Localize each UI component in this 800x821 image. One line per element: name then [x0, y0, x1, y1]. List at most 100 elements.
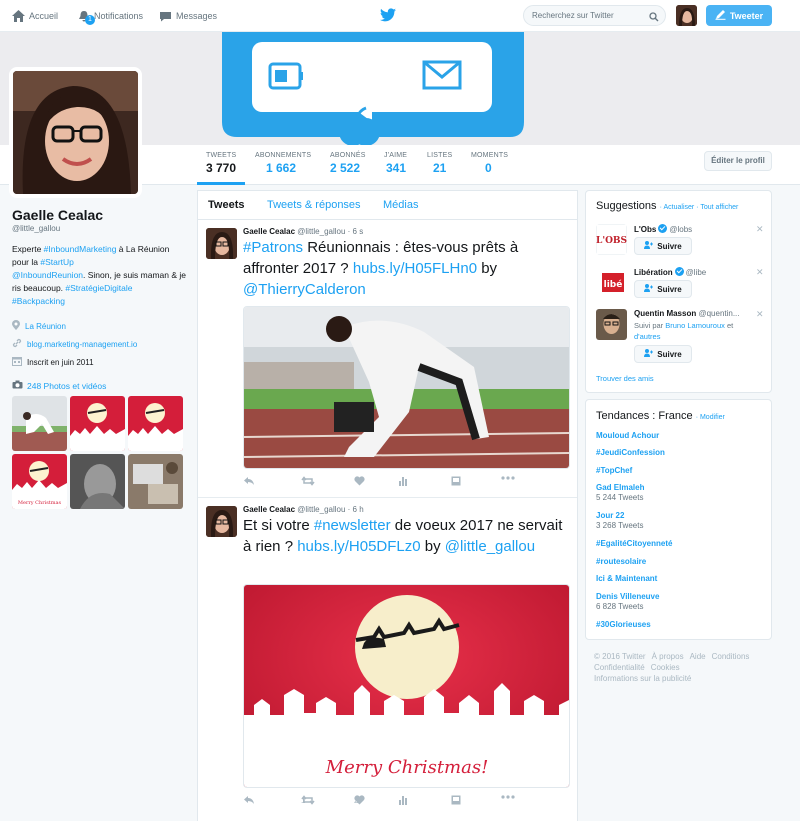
suggestion-name[interactable]: Quentin Masson @quentin...: [634, 309, 740, 318]
tweet-author-handle[interactable]: @little_gallou: [297, 227, 345, 236]
nav-home[interactable]: Accueil: [12, 0, 58, 32]
stat-likes[interactable]: J'AIME 341: [384, 152, 407, 175]
bio-hashtag-backpacking[interactable]: #Backpacking: [12, 296, 65, 306]
profile-handle[interactable]: @little_gallou: [12, 224, 187, 233]
retweet-icon[interactable]: [301, 476, 315, 486]
trend-item[interactable]: #JeudiConfession: [596, 448, 665, 457]
nav-messages[interactable]: Messages: [159, 0, 217, 32]
refresh-link[interactable]: Actualiser: [664, 204, 695, 211]
bio-hashtag-inbound[interactable]: #InboundMarketing: [44, 244, 117, 254]
footer-ads-link[interactable]: Informations sur la publicité: [594, 674, 691, 683]
nav-notifications[interactable]: 1 Notifications: [78, 0, 143, 32]
trend-item[interactable]: Mouloud Achour: [596, 431, 659, 440]
more-icon[interactable]: [501, 476, 515, 480]
follow-button[interactable]: Suivre: [634, 237, 692, 255]
profile-name[interactable]: Gaelle Cealac: [12, 207, 187, 223]
tweet-avatar[interactable]: [206, 228, 237, 259]
stat-lists[interactable]: LISTES 21: [427, 152, 452, 175]
retweet-button[interactable]: 1: [301, 795, 315, 805]
trend-item[interactable]: #routesolaire: [596, 557, 646, 566]
suggestion-avatar[interactable]: L'OBS: [596, 224, 627, 255]
photo-thumbnail-portrait[interactable]: [70, 454, 125, 509]
trend-item[interactable]: #30Glorieuses: [596, 620, 651, 629]
like-icon[interactable]: [354, 476, 365, 486]
tweet-item[interactable]: Gaelle Cealac @little_gallou · 6 h Et si…: [198, 498, 577, 821]
user-avatar[interactable]: [676, 5, 697, 26]
stat-tweets[interactable]: TWEETS 3 770: [206, 152, 236, 175]
follow-button[interactable]: Suivre: [634, 280, 692, 298]
trend-item[interactable]: Jour 22 3 268 Tweets: [596, 511, 643, 530]
analytics-icon[interactable]: [398, 476, 408, 486]
photos-link[interactable]: 248 Photos et vidéos: [12, 380, 187, 391]
tweet-button[interactable]: Tweeter: [706, 5, 772, 26]
photo-thumbnail-desk[interactable]: [128, 454, 183, 509]
bio-hashtag-startup[interactable]: #StartUp: [40, 257, 74, 267]
photo-thumbnail-christmas[interactable]: [70, 396, 125, 451]
find-friends-link[interactable]: Trouver des amis: [596, 374, 654, 383]
suggestion-avatar[interactable]: libé: [596, 267, 627, 298]
bio-hashtag-strategie[interactable]: #StratégieDigitale: [65, 283, 132, 293]
tweet-hashtag[interactable]: #Patrons: [243, 239, 303, 256]
footer-help-link[interactable]: Aide: [690, 652, 706, 661]
footer-cookies-link[interactable]: Cookies: [651, 663, 680, 672]
photo-thumbnail-runner[interactable]: [12, 396, 67, 451]
tweet-time[interactable]: · 6 h: [348, 505, 364, 514]
tweet-author-name[interactable]: Gaelle Cealac: [243, 227, 295, 236]
followed-by-others-link[interactable]: d'autres: [634, 332, 660, 341]
tweet-avatar[interactable]: [206, 506, 237, 537]
trend-item[interactable]: Ici & Maintenant: [596, 574, 657, 583]
search-input[interactable]: Recherchez sur Twitter: [523, 5, 666, 26]
more-icon[interactable]: [501, 795, 515, 799]
search-icon[interactable]: [649, 10, 659, 29]
website-link[interactable]: blog.marketing-management.io: [27, 340, 137, 349]
tab-tweets[interactable]: Tweets: [208, 199, 244, 211]
tweet-image-christmas[interactable]: Merry Christmas!: [243, 584, 570, 788]
profile-avatar[interactable]: [9, 67, 142, 198]
tweet-author-handle[interactable]: @little_gallou: [297, 505, 345, 514]
footer-terms-link[interactable]: Conditions: [712, 652, 750, 661]
footer-about-link[interactable]: À propos: [652, 652, 684, 661]
trend-item[interactable]: Denis Villeneuve 6 828 Tweets: [596, 592, 659, 611]
tweet-link[interactable]: hubs.ly/H05FLHn0: [353, 260, 477, 277]
tweet-author-name[interactable]: Gaelle Cealac: [243, 505, 295, 514]
stat-followers[interactable]: ABONNÉS 2 522: [330, 152, 366, 175]
dismiss-icon[interactable]: ✕: [756, 309, 764, 320]
photo-thumbnail-christmas[interactable]: Merry Christmas: [12, 454, 67, 509]
reply-icon[interactable]: [243, 795, 255, 805]
tweet-mention[interactable]: @little_gallou: [445, 538, 535, 555]
followed-by-link[interactable]: Bruno Lamouroux: [665, 321, 725, 330]
photo-thumbnail-christmas[interactable]: [128, 396, 183, 451]
trend-item[interactable]: #EgalitéCitoyenneté: [596, 539, 672, 548]
location-link[interactable]: La Réunion: [25, 322, 66, 331]
suggestion-name[interactable]: L'Obs @lobs: [634, 224, 692, 234]
reply-icon[interactable]: [243, 476, 255, 486]
tweet-hashtag[interactable]: #newsletter: [314, 517, 391, 534]
tweet-time[interactable]: · 6 s: [348, 227, 364, 236]
stat-following[interactable]: ABONNEMENTS 1 662: [255, 152, 311, 175]
analytics-icon[interactable]: [398, 795, 408, 805]
change-trends-link[interactable]: Modifier: [700, 414, 725, 421]
tweet-mention[interactable]: @ThierryCalderon: [243, 281, 366, 298]
bio-mention[interactable]: @InboundReunion: [12, 270, 83, 280]
dismiss-icon[interactable]: ✕: [756, 224, 764, 235]
dm-share-icon[interactable]: [451, 476, 461, 486]
dm-share-icon[interactable]: [451, 795, 461, 805]
tab-tweets-replies[interactable]: Tweets & réponses: [267, 199, 361, 211]
tab-media[interactable]: Médias: [383, 199, 418, 211]
edit-profile-button[interactable]: Éditer le profil: [704, 151, 772, 171]
twitter-logo-icon[interactable]: [380, 8, 396, 25]
footer-privacy-link[interactable]: Confidentialité: [594, 663, 645, 672]
suggestion-item: L'OBS L'Obs @lobs Suivre ✕: [596, 224, 764, 262]
view-all-link[interactable]: Tout afficher: [700, 204, 738, 211]
suggestion-avatar[interactable]: [596, 309, 627, 340]
like-button[interactable]: 2: [354, 795, 365, 805]
stat-moments[interactable]: MOMENTS 0: [471, 152, 508, 175]
follow-button[interactable]: Suivre: [634, 345, 692, 363]
tweet-link[interactable]: hubs.ly/H05DFLz0: [297, 538, 420, 555]
trend-item[interactable]: Gad Elmaleh 5 244 Tweets: [596, 483, 644, 502]
trend-item[interactable]: #TopChef: [596, 466, 632, 475]
tweet-item[interactable]: Gaelle Cealac @little_gallou · 6 s #Patr…: [198, 220, 577, 498]
dismiss-icon[interactable]: ✕: [756, 267, 764, 278]
suggestion-name[interactable]: Libération @libe: [634, 267, 706, 277]
tweet-image-runner[interactable]: [243, 306, 570, 469]
